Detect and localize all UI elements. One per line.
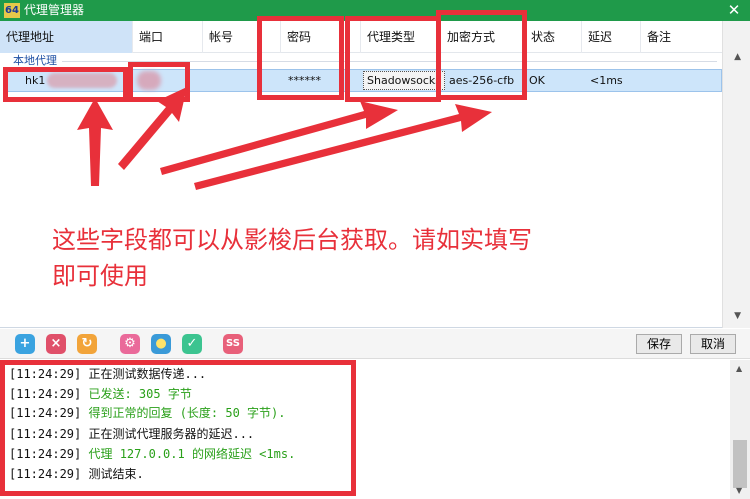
log-timestamp: [11:24:29] [9, 427, 82, 441]
log-panel: [11:24:29] 正在测试数据传递... [11:24:29] 已发送: 3… [0, 360, 750, 499]
log-timestamp: [11:24:29] [9, 406, 82, 420]
scroll-up-icon[interactable]: ▲ [734, 52, 741, 62]
log-message: 正在测试数据传递... [88, 367, 207, 381]
log-line: [11:24:29] 得到正常的回复 (长度: 50 字节). [9, 405, 286, 421]
list-header: 代理地址 端口 帐号 密码 代理类型 加密方式 状态 延迟 备注 [0, 21, 722, 53]
log-scrollbar[interactable]: ▲ ▼ [730, 360, 750, 499]
col-header-notes[interactable]: 备注 [641, 21, 722, 53]
log-timestamp: [11:24:29] [9, 387, 82, 401]
table-row[interactable]: hk1 ****** Shadowsocks aes-256-cfb OK <1… [6, 69, 722, 92]
close-button[interactable]: ✕ [726, 1, 742, 19]
col-header-account[interactable]: 帐号 [203, 21, 281, 53]
save-button[interactable]: 保存 [636, 334, 682, 354]
ss-icon[interactable]: SS [223, 334, 243, 354]
delete-icon[interactable]: × [46, 334, 66, 354]
col-header-proxy-type[interactable]: 代理类型 [361, 21, 441, 53]
annotation-text: 这些字段都可以从影梭后台获取。请如实填写 即可使用 [52, 222, 652, 294]
scroll-up-icon[interactable]: ▲ [736, 364, 742, 373]
group-divider [62, 61, 717, 62]
add-icon[interactable]: + [15, 334, 35, 354]
col-header-password[interactable]: 密码 [281, 21, 361, 53]
redacted-port-mark [137, 71, 161, 90]
bulb-icon[interactable]: ● [151, 334, 171, 354]
check-icon[interactable]: ✓ [182, 334, 202, 354]
cell-password: ****** [288, 74, 321, 87]
cell-encryption: aes-256-cfb [449, 74, 515, 87]
list-scrollbar[interactable]: ▲ ▼ [722, 21, 750, 328]
cancel-button[interactable]: 取消 [690, 334, 736, 354]
toolbar: + × ↻ ⚙ ● ✓ SS 保存 取消 [0, 329, 750, 359]
log-line: [11:24:29] 正在测试代理服务器的延迟... [9, 426, 254, 442]
log-line: [11:24:29] 已发送: 305 字节 [9, 386, 192, 402]
scroll-down-icon[interactable]: ▼ [736, 486, 742, 495]
refresh-icon[interactable]: ↻ [77, 334, 97, 354]
col-header-latency[interactable]: 延迟 [582, 21, 641, 53]
group-label-local: 本地代理 [13, 54, 57, 67]
log-line: [11:24:29] 正在测试数据传递... [9, 366, 206, 382]
log-message: 代理 127.0.0.1 的网络延迟 <1ms. [88, 447, 296, 461]
title-bar: 64 代理管理器 ✕ [0, 0, 750, 21]
log-timestamp: [11:24:29] [9, 447, 82, 461]
cell-latency: <1ms [590, 74, 623, 87]
scroll-thumb[interactable] [733, 440, 747, 488]
cell-address: hk1 [25, 74, 46, 87]
col-header-encryption[interactable]: 加密方式 [441, 21, 525, 53]
redacted-address-mark [47, 73, 117, 88]
app-logo-icon: 64 [4, 3, 20, 18]
cell-proxy-type: Shadowsocks [363, 71, 446, 90]
col-header-address[interactable]: 代理地址 [0, 21, 133, 53]
settings-icon[interactable]: ⚙ [120, 334, 140, 354]
log-message: 已发送: 305 字节 [88, 387, 192, 401]
scroll-down-icon[interactable]: ▼ [734, 311, 741, 321]
annotation-line-2: 即可使用 [52, 262, 148, 290]
cell-status: OK [529, 74, 545, 87]
log-line: [11:24:29] 代理 127.0.0.1 的网络延迟 <1ms. [9, 446, 295, 462]
log-line: [11:24:29] 测试结束. [9, 466, 144, 482]
annotation-line-1: 这些字段都可以从影梭后台获取。请如实填写 [52, 226, 532, 254]
window-title: 代理管理器 [24, 3, 85, 17]
log-message: 正在测试代理服务器的延迟... [88, 427, 255, 441]
log-timestamp: [11:24:29] [9, 367, 82, 381]
log-message: 测试结束. [88, 467, 144, 481]
col-header-status[interactable]: 状态 [525, 21, 582, 53]
log-timestamp: [11:24:29] [9, 467, 82, 481]
col-header-port[interactable]: 端口 [133, 21, 203, 53]
log-message: 得到正常的回复 (长度: 50 字节). [88, 406, 286, 420]
